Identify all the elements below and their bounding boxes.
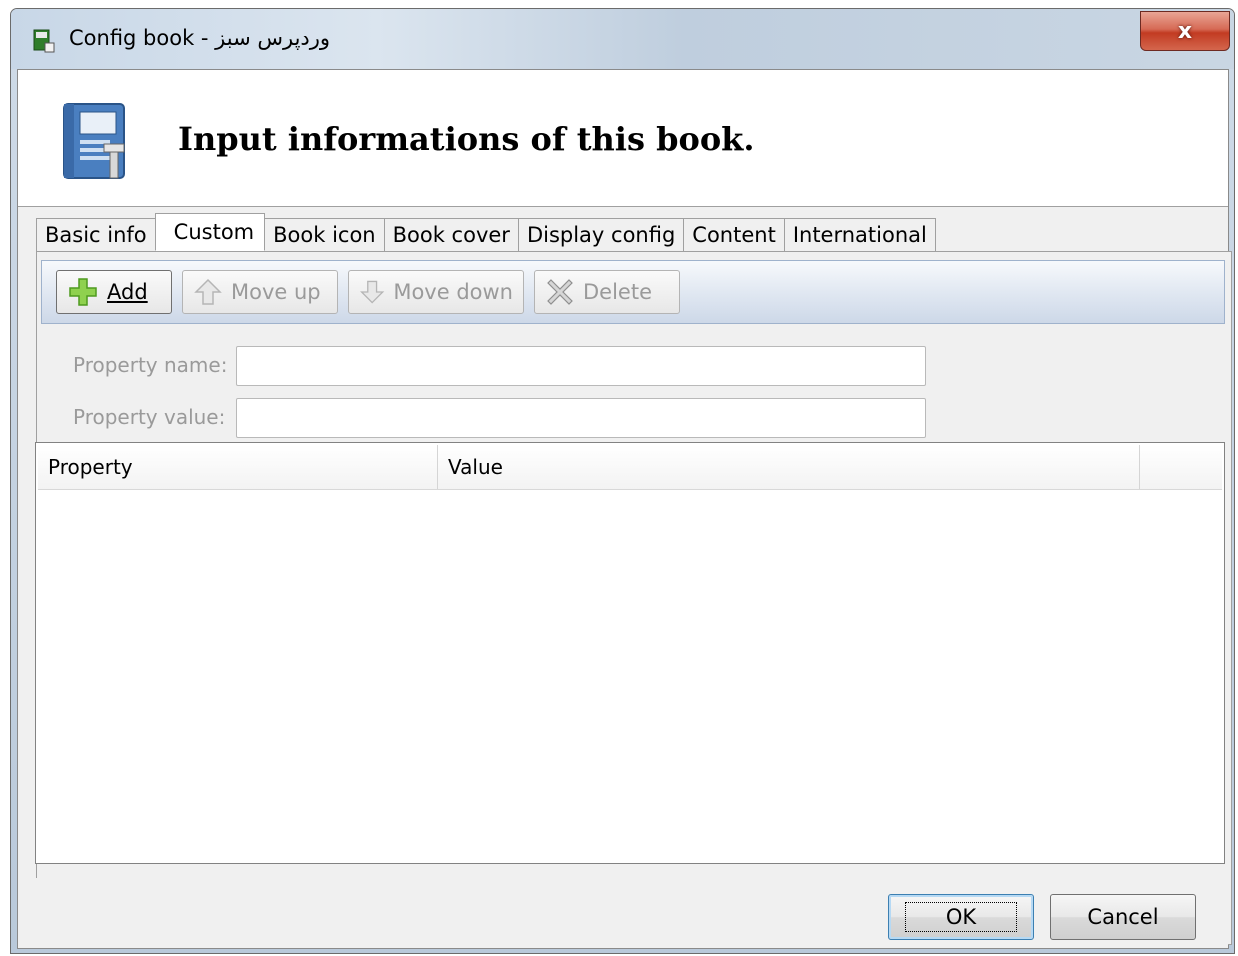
tab-book-icon[interactable]: Book icon [264,218,385,251]
toolbar: Add Move up Move down Delete [41,260,1225,324]
grid-header: Property Value [38,445,1222,490]
add-button-label: Add [107,280,148,304]
close-icon: x [1177,18,1193,44]
tab-book-cover[interactable]: Book cover [383,218,519,251]
add-plus-icon [69,278,97,306]
move-down-button[interactable]: Move down [348,270,524,314]
property-name-input[interactable] [236,346,926,386]
book-settings-icon [63,103,125,179]
ok-button[interactable]: OK [888,894,1034,940]
app-icon [33,29,55,53]
property-name-label: Property name: [73,353,228,377]
property-value-input[interactable] [236,398,926,438]
tab-international[interactable]: International [783,218,936,251]
column-header-value[interactable]: Value [438,445,1140,489]
move-up-button-label: Move up [231,280,321,304]
column-header-property[interactable]: Property [38,445,438,489]
properties-grid[interactable]: Property Value [35,442,1225,864]
title-bar[interactable]: Config book - وردپرس سبز x [11,9,1234,69]
delete-button[interactable]: Delete [534,270,680,314]
close-button[interactable]: x [1140,11,1230,51]
dialog-client-area: Input informations of this book. Basic i… [17,69,1232,949]
window-title: Config book - وردپرس سبز [69,26,331,50]
config-book-window: Config book - وردپرس سبز x Input informa… [10,8,1235,954]
move-up-button[interactable]: Move up [182,270,338,314]
tab-strip: Basic info Custom Book icon Book cover D… [36,213,936,251]
tab-display-config[interactable]: Display config [517,218,685,251]
delete-x-icon [547,279,573,305]
header-title: Input informations of this book. [178,120,755,158]
cancel-button[interactable]: Cancel [1050,894,1196,940]
dialog-button-bar: OK Cancel [18,878,1228,948]
tab-custom[interactable]: Custom [154,213,266,251]
ok-button-label: OK [904,902,1018,932]
header-panel: Input informations of this book. [18,70,1228,207]
delete-button-label: Delete [583,280,652,304]
tab-basic-info[interactable]: Basic info [36,218,156,251]
custom-tab-panel: Add Move up Move down Delete Property na… [35,251,1232,945]
arrow-down-icon [360,280,385,304]
property-value-label: Property value: [73,405,226,429]
arrow-up-icon [194,278,222,305]
add-button[interactable]: Add [56,270,172,314]
move-down-button-label: Move down [393,280,513,304]
tab-content[interactable]: Content [683,218,785,251]
